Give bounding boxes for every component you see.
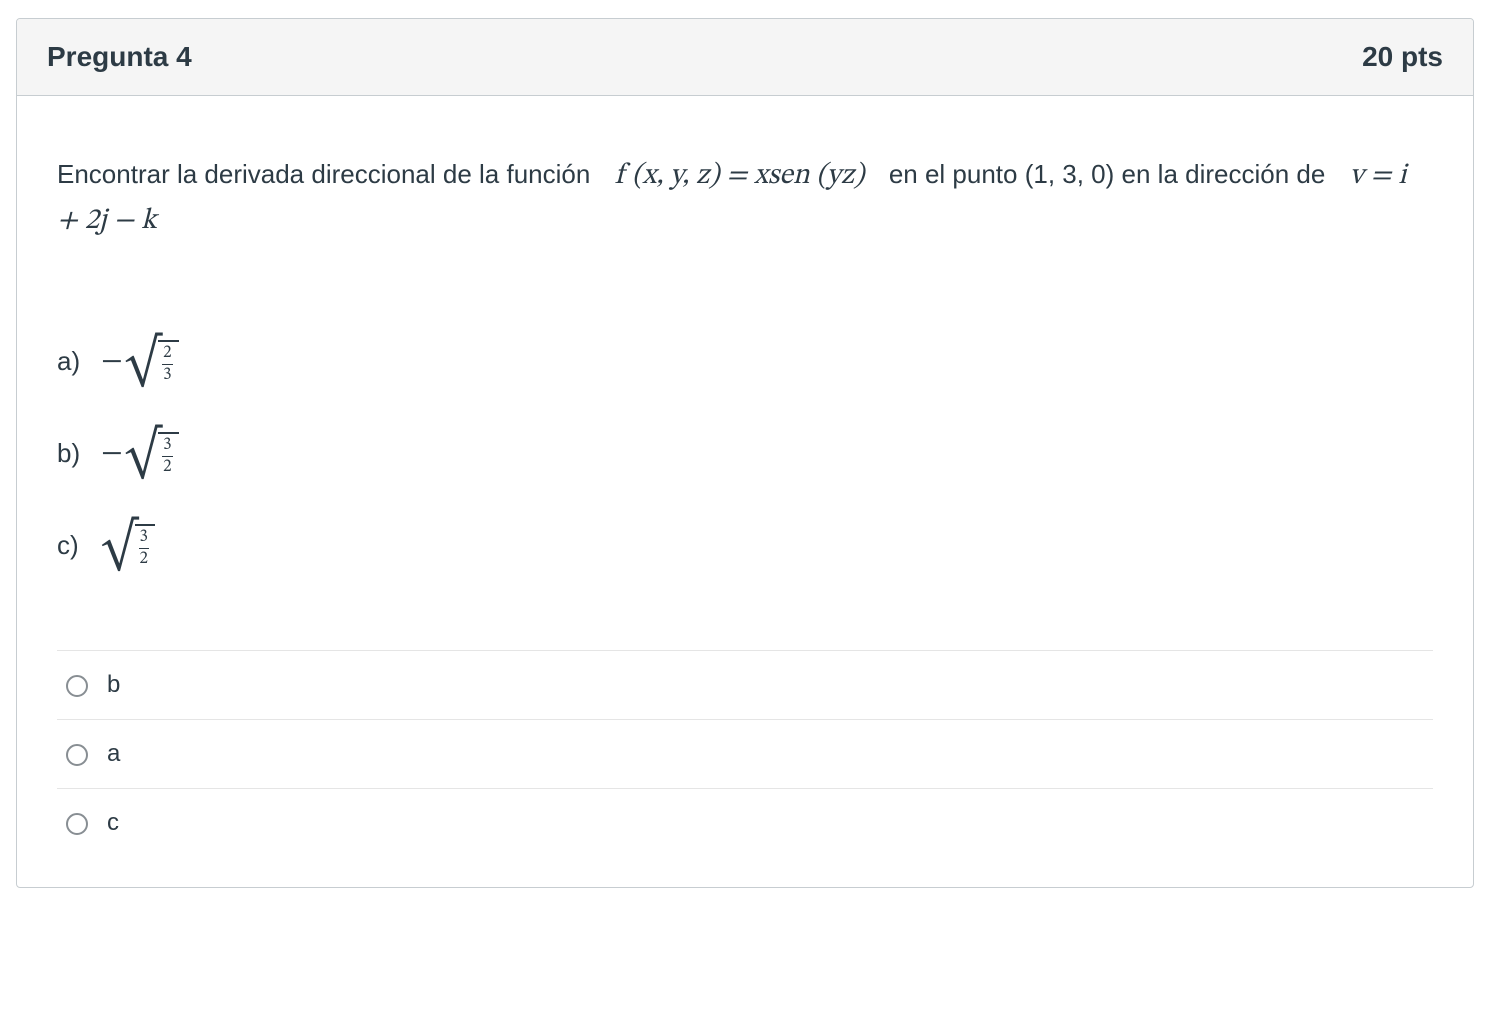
- option-a-numerator: 2: [162, 345, 172, 364]
- answer-choice-b[interactable]: b: [57, 651, 1433, 720]
- minus-sign-icon: −: [101, 435, 125, 473]
- answer-radio-a[interactable]: [66, 744, 88, 766]
- answer-choice-c[interactable]: c: [57, 789, 1433, 857]
- question-card: Pregunta 4 20 pts Encontrar la derivada …: [16, 18, 1474, 888]
- option-c-expression: c) √ 3 2: [57, 500, 1433, 592]
- option-b-denominator: 2: [162, 456, 172, 476]
- sqrt-icon: √: [101, 534, 138, 562]
- option-c-label: c): [57, 530, 87, 561]
- option-expressions: a) − √ 2 3 b): [57, 316, 1433, 592]
- question-points: 20 pts: [1362, 41, 1443, 73]
- answer-label-c: c: [107, 809, 119, 837]
- question-title: Pregunta 4: [47, 41, 192, 73]
- answer-choices: b a c: [57, 650, 1433, 857]
- sqrt-icon: √: [125, 442, 162, 470]
- answer-radio-b[interactable]: [66, 675, 88, 697]
- option-b-expression: b) − √ 3 2: [57, 408, 1433, 500]
- answer-label-a: a: [107, 740, 120, 768]
- option-a-label: a): [57, 346, 87, 377]
- question-body: Encontrar la derivada direccional de la …: [17, 96, 1473, 887]
- sqrt-icon: √: [125, 350, 162, 378]
- question-stem: Encontrar la derivada direccional de la …: [57, 154, 1433, 244]
- option-c-numerator: 3: [139, 529, 149, 548]
- stem-text-2: en el punto (1, 3, 0) en la dirección de: [889, 159, 1326, 189]
- answer-radio-c[interactable]: [66, 813, 88, 835]
- option-c-denominator: 2: [139, 548, 149, 568]
- stem-function-expression: f (x, y, z) = xsen (yz): [615, 161, 865, 190]
- option-b-numerator: 3: [162, 437, 172, 456]
- option-a-expression: a) − √ 2 3: [57, 316, 1433, 408]
- answer-choice-a[interactable]: a: [57, 720, 1433, 789]
- option-a-denominator: 3: [162, 364, 172, 384]
- stem-text-1: Encontrar la derivada direccional de la …: [57, 159, 590, 189]
- question-header: Pregunta 4 20 pts: [17, 19, 1473, 96]
- option-b-label: b): [57, 438, 87, 469]
- minus-sign-icon: −: [101, 343, 125, 381]
- answer-label-b: b: [107, 671, 120, 699]
